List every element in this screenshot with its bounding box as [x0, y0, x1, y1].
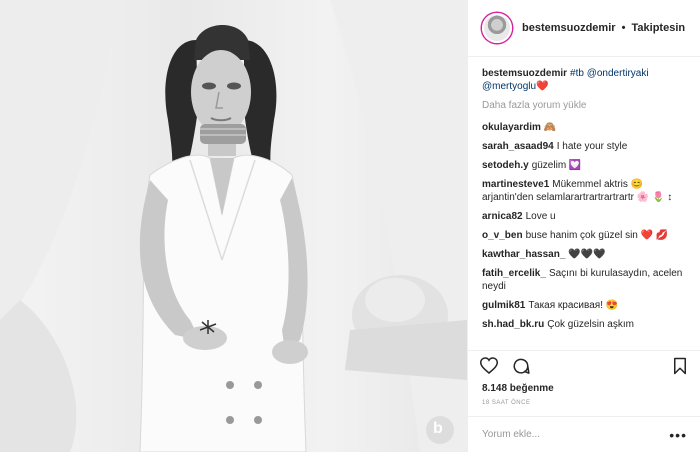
comment-item: okulayardim 🙈	[482, 121, 686, 134]
comment-username[interactable]: gulmik81	[482, 300, 525, 311]
post-side-panel: bestemsuozdemir • Takiptesin bestemsuozd…	[467, 0, 700, 452]
comment-username[interactable]: kawthar_hassan_	[482, 249, 565, 260]
action-bar	[468, 350, 700, 380]
post-header: bestemsuozdemir • Takiptesin	[468, 0, 700, 57]
comment-item: sarah_asaad94 I hate your style	[482, 140, 686, 153]
header-text: bestemsuozdemir • Takiptesin	[522, 22, 685, 34]
comment-username[interactable]: martinesteve1	[482, 179, 549, 190]
comment-text: Love u	[525, 211, 556, 222]
caption-emoji: ❤️	[536, 81, 549, 92]
comment-item: kawthar_hassan_ 🖤🖤🖤	[482, 248, 686, 261]
post-timestamp: 18 SAAT ÖNCE	[482, 400, 531, 406]
comment-username[interactable]: sh.had_bk.ru	[482, 319, 544, 330]
comment-item: martinesteve1 Mükemmel aktris 😊 arjantin'…	[482, 178, 686, 204]
comment-input[interactable]	[482, 429, 652, 440]
comment-text: 🙈	[543, 122, 557, 133]
follow-status[interactable]: Takiptesin	[632, 22, 686, 34]
portrait-illustration	[0, 0, 467, 452]
comment-text: güzelim 💟	[531, 160, 582, 171]
comment-text: Çok güzelsin aşkım	[547, 319, 634, 330]
comment-item: arnica82 Love u	[482, 210, 686, 223]
comment-text: buse hanim çok güzel sin ❤️ 💋	[525, 230, 669, 241]
comment-list: bestemsuozdemir #tb @ondertiryaki @mertyo…	[468, 57, 700, 331]
more-options-icon[interactable]: •••	[669, 427, 687, 443]
comment-username[interactable]: arnica82	[482, 211, 523, 222]
caption-username[interactable]: bestemsuozdemir	[482, 68, 567, 79]
header-username[interactable]: bestemsuozdemir	[522, 22, 616, 34]
comment-username[interactable]: setodeh.y	[482, 160, 529, 171]
header-separator: •	[621, 22, 626, 34]
comment-item: gulmik81 Такая красивая! 😍	[482, 299, 686, 312]
comment-icon[interactable]	[510, 355, 532, 377]
comment-username[interactable]: sarah_asaad94	[482, 141, 554, 152]
comment-username[interactable]: okulayardim	[482, 122, 541, 133]
avatar[interactable]	[482, 13, 512, 43]
comment-text: I hate your style	[556, 141, 628, 152]
comment-text: Такая красивая! 😍	[528, 300, 619, 311]
comment-item: o_v_ben buse hanim çok güzel sin ❤️ 💋	[482, 229, 686, 242]
comment-item: setodeh.y güzelim 💟	[482, 159, 686, 172]
heart-icon[interactable]	[478, 355, 500, 377]
comment-username[interactable]: fatih_ercelik_	[482, 268, 546, 279]
add-comment-bar: •••	[468, 416, 700, 452]
watermark-logo: b	[433, 420, 443, 437]
comment-item: fatih_ercelik_ Saçını bi kurulasaydın, ac…	[482, 267, 686, 293]
load-more-comments-button[interactable]: Daha fazla yorum yükle	[482, 99, 686, 112]
comment-item: sh.had_bk.ru Çok güzelsin aşkım	[482, 318, 686, 331]
comment-username[interactable]: o_v_ben	[482, 230, 523, 241]
caption: bestemsuozdemir #tb @ondertiryaki @mertyo…	[482, 67, 686, 93]
comment-text: 🖤🖤🖤	[568, 249, 606, 260]
bookmark-icon[interactable]	[669, 355, 691, 377]
post-photo[interactable]: b	[0, 0, 467, 452]
like-count[interactable]: 8.148 beğenme	[482, 383, 554, 394]
